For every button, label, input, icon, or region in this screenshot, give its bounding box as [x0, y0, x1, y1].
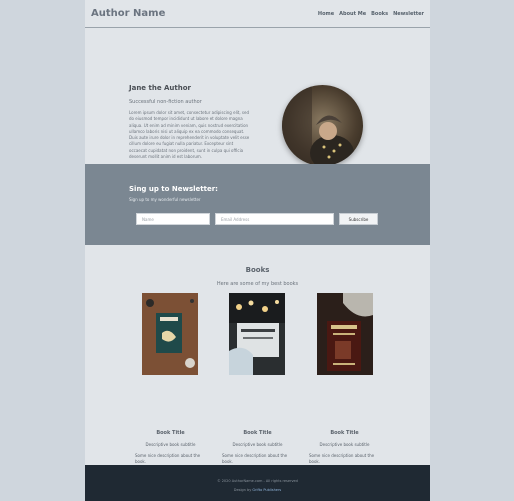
header: Author Name Home About Me Books Newslett…: [85, 0, 430, 28]
brand-title[interactable]: Author Name: [91, 8, 165, 19]
page: Author Name Home About Me Books Newslett…: [85, 0, 430, 501]
main-nav: Home About Me Books Newsletter: [318, 11, 424, 17]
nav-newsletter[interactable]: Newsletter: [393, 11, 424, 17]
newsletter-title: Sing up to Newsletter:: [129, 185, 218, 193]
footer-credit: Design by Grifto Publishers: [85, 488, 430, 492]
books-title: Books: [245, 266, 270, 274]
books-section: Books Here are some of my best books Boo…: [85, 245, 430, 483]
newsletter-section: Sing up to Newsletter: Sign up to my won…: [85, 164, 430, 245]
nav-home[interactable]: Home: [318, 11, 334, 17]
footer-design-prefix: Design by: [233, 488, 252, 492]
book-subtitle: Descriptive book subtitle: [319, 442, 370, 447]
book-description: Some nice description about the book.: [309, 453, 375, 464]
book-title: Book Title: [330, 430, 359, 436]
footer-design-link[interactable]: Grifto Publishers: [252, 488, 281, 492]
nav-books[interactable]: Books: [371, 11, 388, 17]
subscribe-button[interactable]: Subscribe: [339, 213, 378, 225]
book-cover: [317, 293, 373, 375]
footer: © 2020 AuthorName.com - All rights reser…: [85, 465, 430, 501]
name-input[interactable]: Name: [136, 213, 210, 225]
newsletter-subtitle: Sign up to my wonderful newsletter: [129, 197, 201, 202]
book-title: Book Title: [156, 430, 185, 436]
book-description: Some nice description about the book.: [135, 453, 201, 464]
author-portrait: [282, 85, 363, 166]
about-section: Jane the Author Successful non-fiction a…: [85, 28, 430, 166]
nav-about[interactable]: About Me: [339, 11, 366, 17]
book-subtitle: Descriptive book subtitle: [145, 442, 196, 447]
books-subtitle: Here are some of my best books: [216, 281, 299, 287]
book-description: Some nice description about the book.: [222, 453, 288, 464]
book-cover: [229, 293, 285, 375]
book-subtitle: Descriptive book subtitle: [232, 442, 283, 447]
author-bio: Lorem ipsum dolor sit amet, consectetur …: [129, 110, 250, 160]
author-subtitle: Successful non-fiction author: [129, 99, 202, 105]
book-cover: [142, 293, 198, 375]
author-name: Jane the Author: [129, 84, 192, 92]
email-input[interactable]: Email Address: [215, 213, 334, 225]
footer-copyright: © 2020 AuthorName.com - All rights reser…: [217, 479, 298, 483]
book-title: Book Title: [243, 430, 272, 436]
